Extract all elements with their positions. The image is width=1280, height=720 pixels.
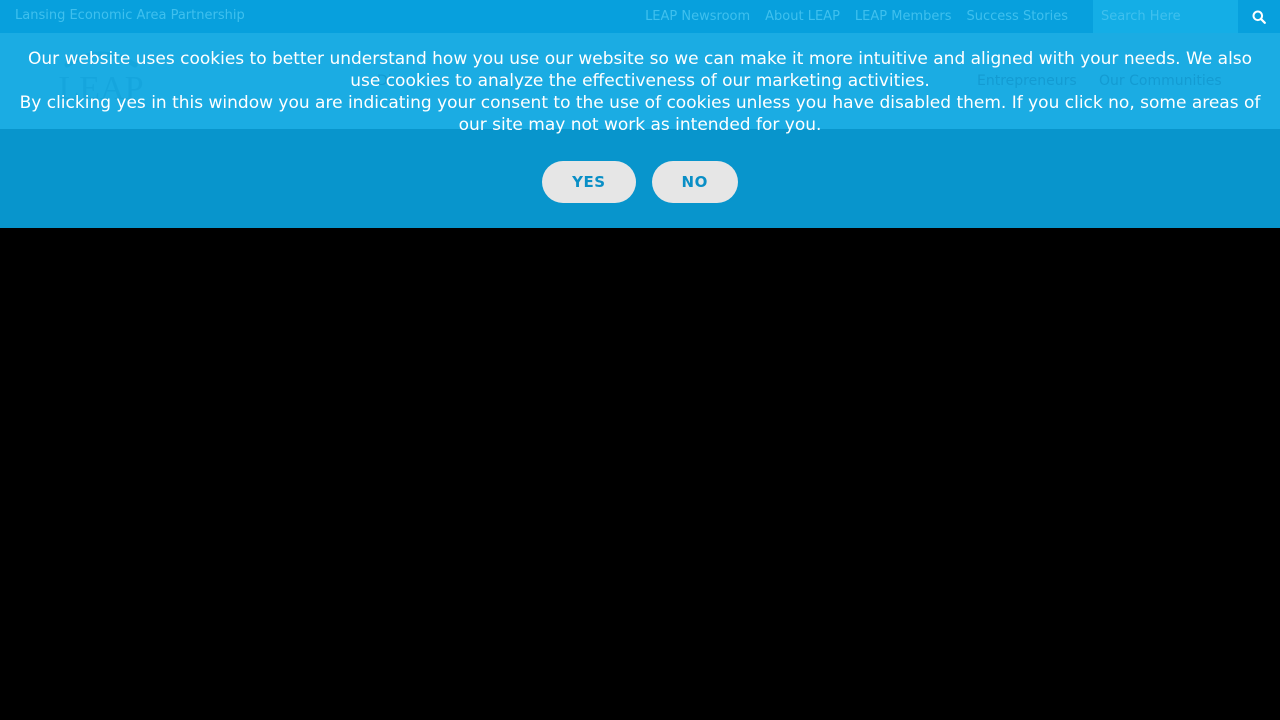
site-tagline: Lansing Economic Area Partnership (15, 8, 245, 23)
top-nav-about[interactable]: About LEAP (765, 9, 840, 24)
cookie-yes-button[interactable]: YES (542, 161, 636, 203)
top-nav: LEAP Newsroom About LEAP LEAP Members Su… (645, 9, 1068, 24)
cookie-message-line: our site may not work as intended for yo… (458, 115, 822, 135)
cookie-message: Our website uses cookies to better under… (0, 48, 1280, 136)
top-utility-bar: Lansing Economic Area Partnership LEAP N… (0, 0, 1280, 33)
cookie-message-line: Our website uses cookies to better under… (27, 49, 1253, 69)
search-icon (1252, 10, 1266, 24)
search-button[interactable] (1238, 0, 1280, 33)
cookie-message-line: By clicking yes in this window you are i… (19, 93, 1261, 113)
cookie-message-line: use cookies to analyze the effectiveness… (350, 71, 930, 91)
top-nav-success-stories[interactable]: Success Stories (967, 9, 1069, 24)
cookie-button-group: YES NO (0, 161, 1280, 203)
top-nav-members[interactable]: LEAP Members (855, 9, 952, 24)
cookie-no-button[interactable]: NO (651, 161, 738, 203)
search-input[interactable] (1093, 0, 1238, 33)
cookie-consent-banner: Our website uses cookies to better under… (0, 33, 1280, 228)
top-nav-newsroom[interactable]: LEAP Newsroom (645, 9, 750, 24)
